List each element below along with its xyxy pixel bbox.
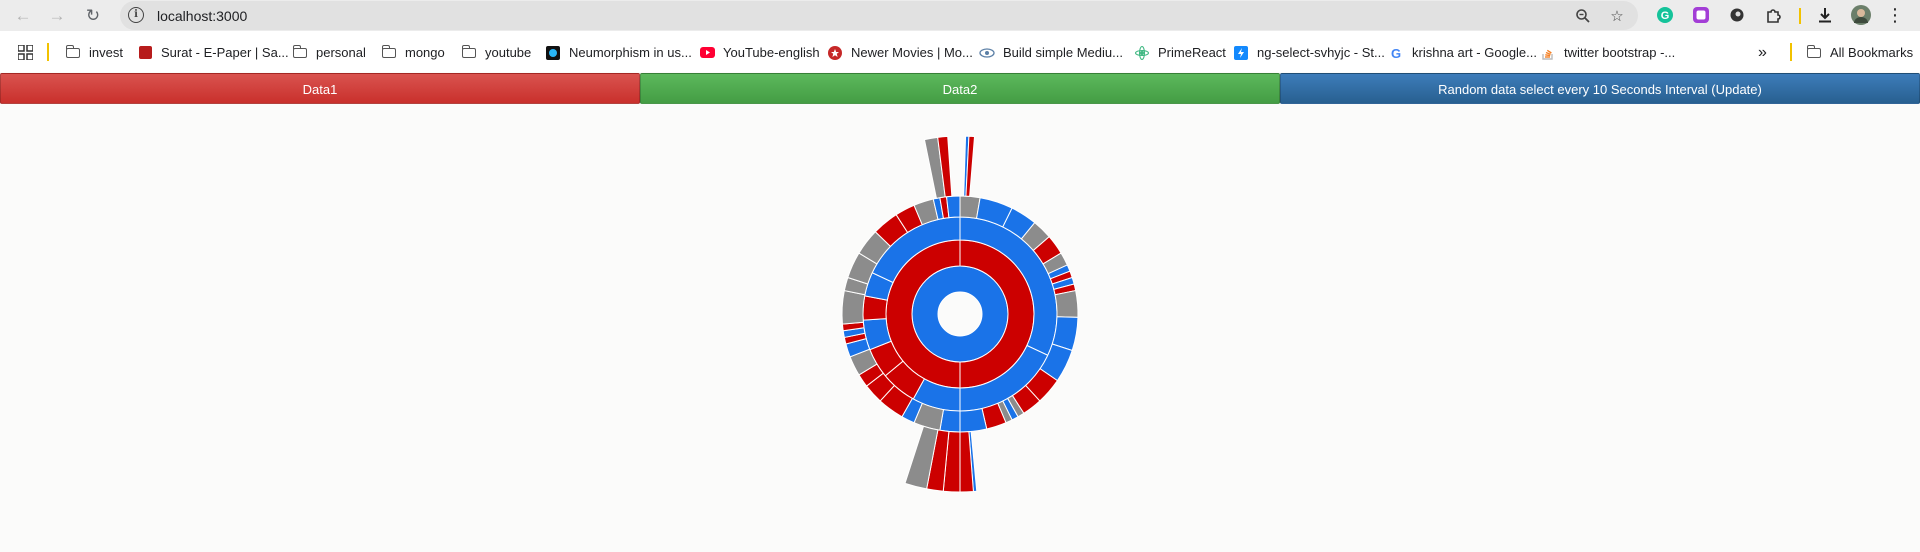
movies-icon (827, 45, 843, 60)
bookmark-surat-epaper[interactable]: Surat - E-Paper | Sa... (137, 44, 289, 61)
bookmark-youtube-folder[interactable]: youtube (461, 44, 531, 61)
apps-grid-icon[interactable] (17, 44, 34, 65)
folder-icon (381, 44, 397, 60)
all-bookmarks[interactable]: All Bookmarks (1806, 44, 1913, 61)
svg-text:G: G (1391, 46, 1401, 60)
address-url[interactable]: localhost:3000 (157, 8, 247, 24)
site-info-icon[interactable]: i (128, 7, 144, 23)
sunburst-arc-ring3-31[interactable] (841, 289, 866, 325)
eye-icon (979, 46, 995, 60)
reload-icon[interactable]: ↻ (80, 3, 106, 29)
stackoverflow-icon (1540, 46, 1556, 60)
bookmark-youtube-english[interactable]: YouTube-english (699, 44, 820, 61)
folder-icon (461, 44, 477, 60)
data2-button[interactable]: Data2 (640, 73, 1280, 104)
epaper-icon (137, 46, 153, 60)
toolbar-separator (1799, 8, 1801, 24)
profile-avatar[interactable] (1851, 5, 1871, 25)
bookmark-mongo[interactable]: mongo (381, 44, 445, 61)
forward-icon[interactable]: → (44, 3, 70, 29)
youtube-icon (699, 46, 715, 60)
bookmark-ng-select[interactable]: ng-select-svhyjc - St... (1233, 44, 1385, 61)
bookmarks-separator-right (1790, 43, 1792, 61)
address-bar[interactable]: i localhost:3000 ☆ (120, 1, 1638, 30)
grammarly-icon[interactable]: G (1655, 5, 1675, 25)
folder-icon (65, 44, 81, 60)
browser-menu-icon[interactable]: ⋮ (1885, 5, 1905, 25)
random-update-button[interactable]: Random data select every 10 Seconds Inte… (1280, 73, 1920, 104)
neumorphism-icon (545, 45, 561, 60)
google-icon: G (1388, 46, 1404, 60)
back-icon[interactable]: ← (10, 3, 36, 29)
stackblitz-icon (1233, 45, 1249, 60)
sunburst-chart (841, 135, 1079, 493)
browser-toolbar: ← → ↻ i localhost:3000 ☆ G ⋮ (0, 0, 1920, 31)
bookmark-personal[interactable]: personal (292, 44, 366, 61)
primereact-icon (1134, 45, 1150, 60)
download-icon[interactable] (1815, 5, 1835, 25)
bookmark-primereact[interactable]: PrimeReact (1134, 44, 1226, 61)
data-button-row: Data1 Data2 Random data select every 10 … (0, 73, 1920, 104)
color-picker-icon[interactable] (1691, 5, 1711, 25)
bookmark-newer-movies[interactable]: Newer Movies | Mo... (827, 44, 973, 61)
sunburst-arc-ring3-40[interactable] (945, 195, 961, 219)
extension-icon-dark[interactable] (1727, 5, 1747, 25)
bookmarks-separator (47, 43, 49, 61)
bookmark-neumorphism[interactable]: Neumorphism in us... (545, 44, 692, 61)
bookmark-invest[interactable]: invest (65, 44, 123, 61)
bookmark-star-icon[interactable]: ☆ (1606, 5, 1628, 27)
folder-icon (1806, 44, 1822, 60)
svg-text:G: G (1661, 10, 1670, 22)
bookmark-twitter-bootstrap[interactable]: twitter bootstrap -... (1540, 44, 1675, 61)
sunburst-arc-ring3-10[interactable] (1054, 289, 1079, 318)
bookmarks-bar: invest Surat - E-Paper | Sa... personal … (0, 31, 1920, 72)
bookmarks-overflow-icon[interactable]: » (1758, 44, 1767, 61)
extensions-puzzle-icon[interactable] (1763, 5, 1783, 25)
bookmark-krishna-art[interactable]: G krishna art - Google... (1388, 44, 1537, 61)
data1-button[interactable]: Data1 (0, 73, 640, 104)
folder-icon (292, 44, 308, 60)
zoom-icon[interactable] (1572, 5, 1594, 27)
sunburst-arc-ring3-19[interactable] (959, 407, 988, 433)
bookmark-build-medium[interactable]: Build simple Mediu... (979, 44, 1123, 61)
